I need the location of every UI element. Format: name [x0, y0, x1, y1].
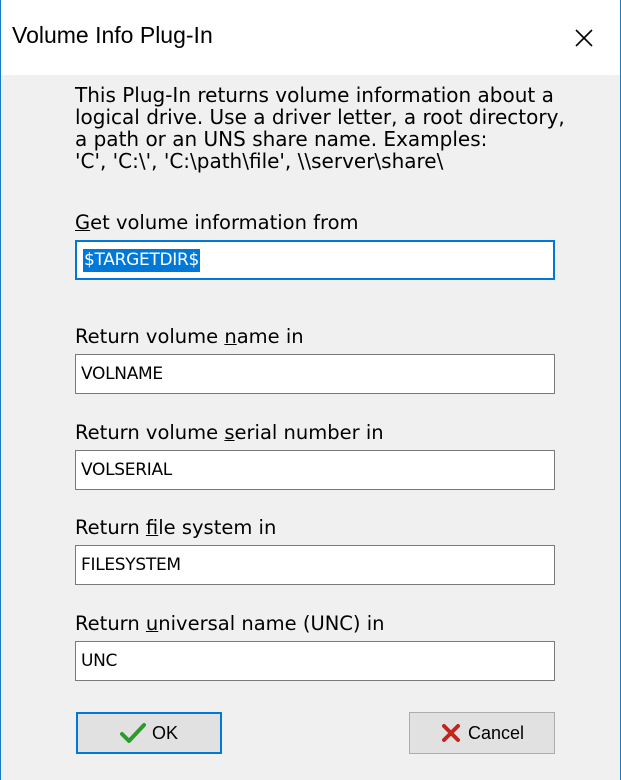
description-line: This Plug-In returns volume information …: [75, 83, 554, 107]
label-text: Return volume: [75, 325, 225, 348]
description-line: logical drive. Use a driver letter, a ro…: [75, 105, 565, 129]
universal-name-input[interactable]: UNC: [75, 641, 555, 681]
label-text: erial number in: [234, 421, 384, 444]
x-icon: [440, 722, 462, 744]
universal-name-label: Return universal name (UNC) in: [75, 612, 385, 635]
close-icon: [575, 28, 593, 47]
label-text: Return volume: [75, 421, 225, 444]
description-text: This Plug-In returns volume information …: [75, 83, 565, 173]
description-line: 'C', 'C:\', 'C:\path\file', \\server\sha…: [75, 149, 444, 173]
file-system-input[interactable]: FILESYSTEM: [75, 545, 555, 585]
input-value: VOLNAME: [81, 364, 163, 384]
label-text: et volume information from: [90, 211, 359, 234]
volume-serial-input[interactable]: VOLSERIAL: [75, 450, 555, 490]
get-volume-info-input[interactable]: $TARGETDIR$: [75, 240, 555, 280]
label-accelerator: u: [145, 612, 159, 635]
label-accelerator: G: [75, 211, 91, 234]
label-text: ile system in: [158, 516, 277, 539]
input-value: VOLSERIAL: [81, 460, 172, 480]
volume-serial-label: Return volume serial number in: [75, 421, 384, 444]
ok-label: OK: [151, 722, 178, 743]
input-value: UNC: [81, 651, 118, 671]
cancel-button[interactable]: Cancel: [409, 712, 555, 754]
label-text: niversal name (UNC) in: [158, 612, 385, 635]
ok-button[interactable]: OK: [76, 712, 222, 754]
file-system-label: Return file system in: [75, 516, 276, 539]
dialog-window: Volume Info Plug-In This Plug-In returns…: [0, 0, 621, 780]
window-title: Volume Info Plug-In: [12, 22, 213, 48]
close-button[interactable]: [548, 0, 620, 75]
volume-name-label: Return volume name in: [75, 325, 304, 348]
checkmark-icon: [119, 722, 146, 744]
label-text: ame in: [236, 325, 304, 348]
get-volume-info-label: Get volume information from: [75, 211, 359, 234]
input-value-selected: $TARGETDIR$: [83, 249, 201, 272]
label-text: Return: [75, 516, 146, 539]
volume-name-input[interactable]: VOLNAME: [75, 354, 555, 394]
label-accelerator: s: [224, 421, 235, 444]
label-text: Return: [75, 612, 146, 635]
description-line: a path or an UNS share name. Examples:: [75, 127, 488, 151]
cancel-label: Cancel: [467, 722, 525, 743]
label-accelerator: n: [224, 325, 237, 348]
title-bar[interactable]: Volume Info Plug-In: [1, 0, 620, 75]
input-value: FILESYSTEM: [81, 555, 181, 575]
label-accelerator: f: [145, 516, 159, 539]
